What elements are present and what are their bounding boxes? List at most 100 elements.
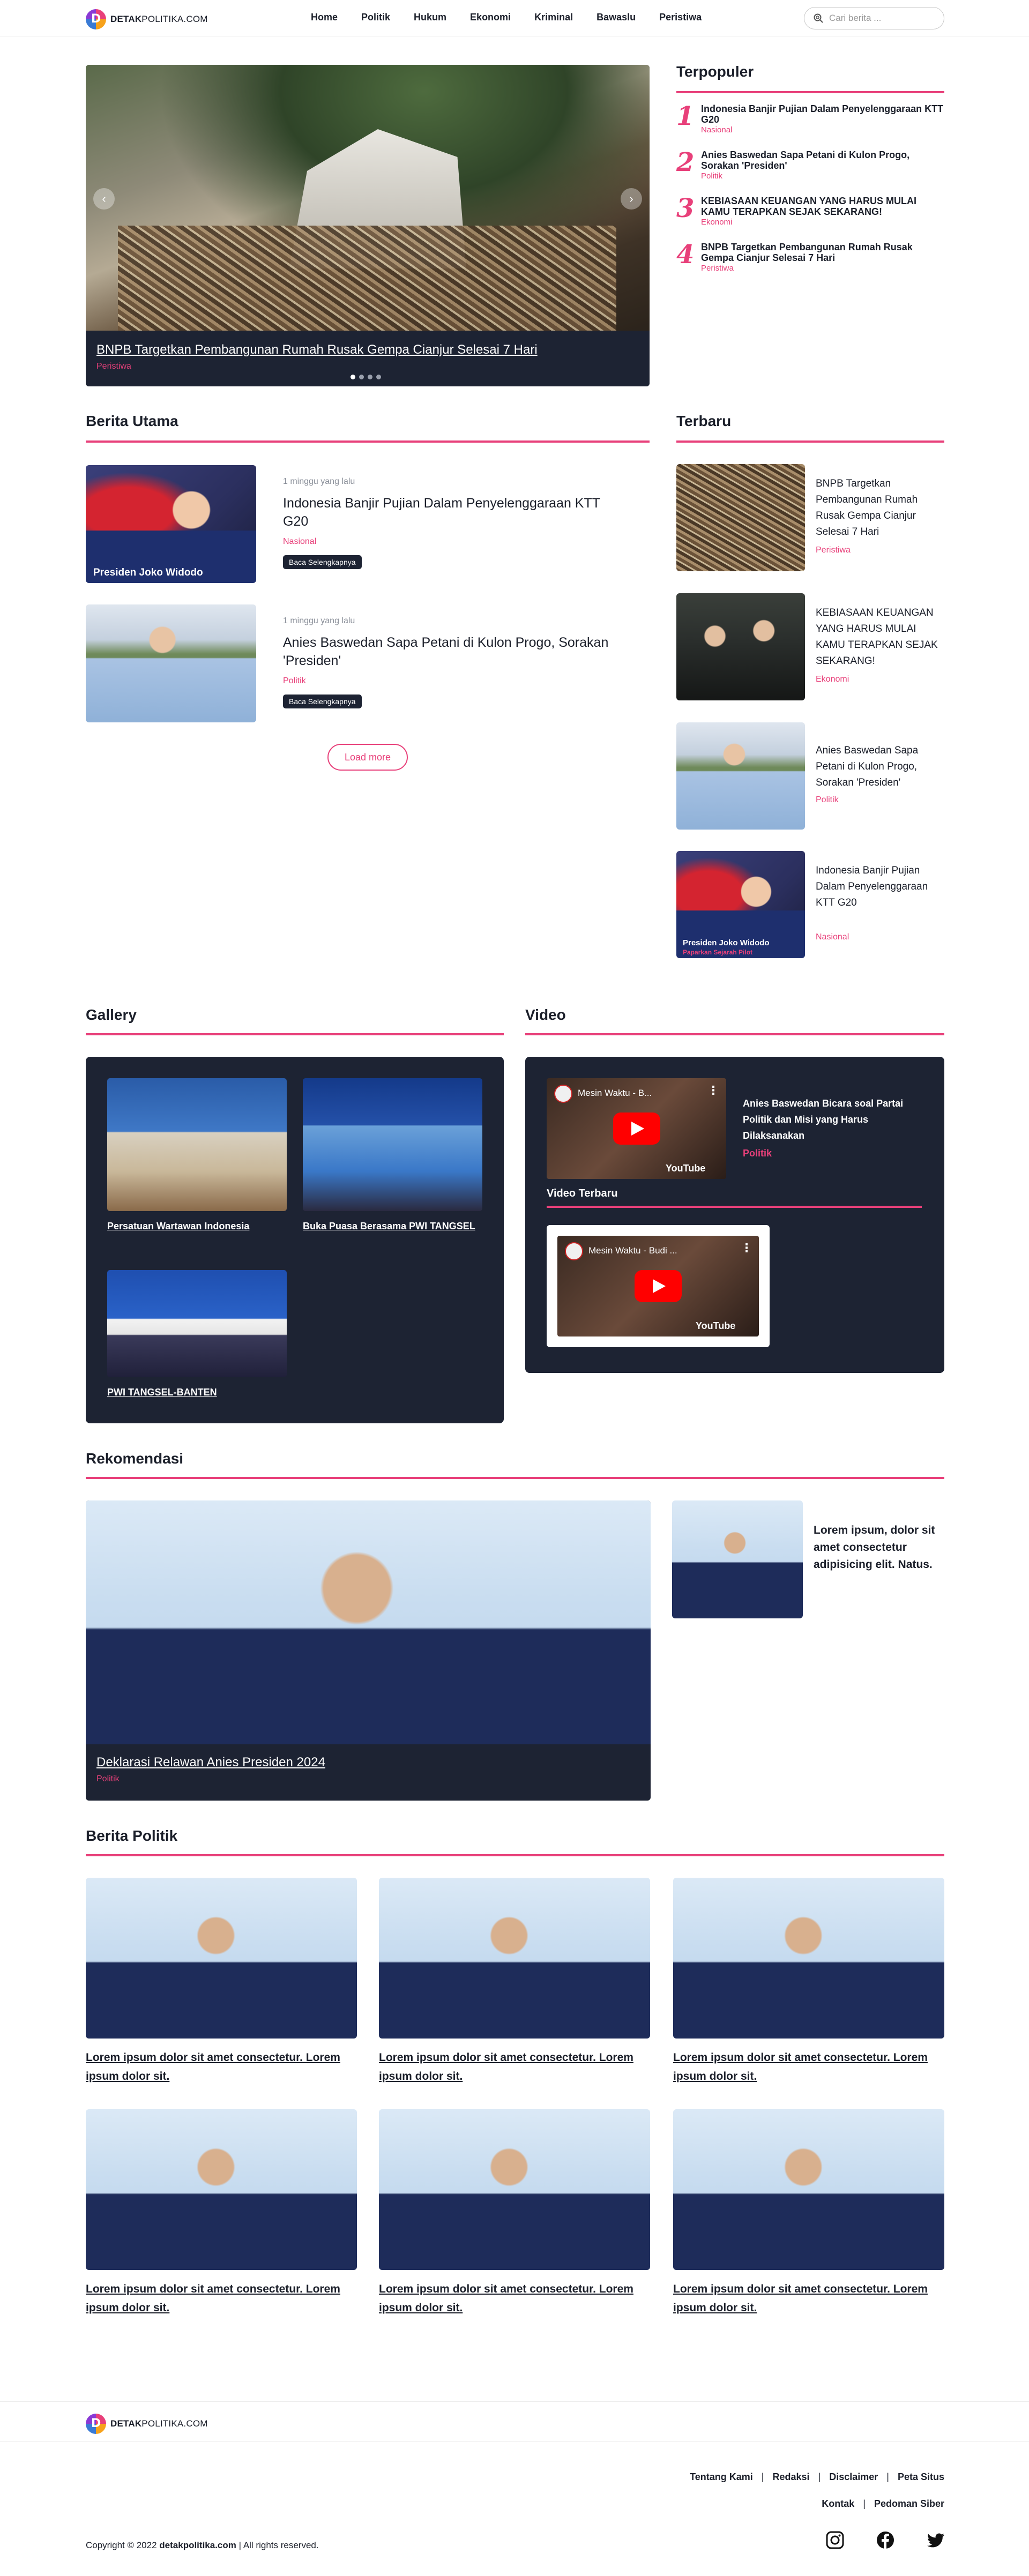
popular-rank: 3 — [676, 193, 695, 223]
nav-bawaslu[interactable]: Bawaslu — [596, 12, 636, 23]
politics-image[interactable] — [673, 1878, 944, 2039]
more-options-icon[interactable]: ⋮ — [741, 1241, 752, 1255]
news-thumbnail[interactable]: Presiden Joko Widodo — [86, 465, 256, 583]
hero-category[interactable]: Peristiwa — [96, 362, 639, 371]
latest-thumbnail[interactable] — [676, 593, 805, 700]
footer-link-redaksi[interactable]: Redaksi — [772, 2472, 809, 2483]
footer-link-kontak[interactable]: Kontak — [822, 2498, 854, 2510]
copyright-site-link[interactable]: detakpolitika.com — [159, 2540, 236, 2550]
popular-title[interactable]: KEBIASAAN KEUANGAN YANG HARUS MULAI KAMU… — [701, 196, 944, 217]
youtube-play-icon[interactable] — [635, 1270, 682, 1302]
featured-video-player[interactable]: Mesin Waktu - B... ⋮ YouTube — [547, 1078, 726, 1179]
latest-title[interactable]: Anies Baswedan Sapa Petani di Kulon Prog… — [816, 743, 944, 791]
popular-item[interactable]: 1 Indonesia Banjir Pujian Dalam Penyelen… — [676, 103, 944, 135]
gallery-caption[interactable]: Buka Puasa Berasama PWI TANGSEL — [303, 1219, 485, 1234]
read-more-button[interactable]: Baca Selengkapnya — [283, 695, 362, 708]
politics-card: Lorem ipsum dolor sit amet consectetur. … — [379, 1878, 650, 2086]
more-options-icon[interactable]: ⋮ — [707, 1084, 719, 1097]
slider-dot[interactable] — [351, 375, 355, 379]
site-logo[interactable]: DETAKPOLITIKA.COM — [86, 9, 208, 29]
politics-title[interactable]: Lorem ipsum dolor sit amet consectetur. … — [379, 2048, 650, 2086]
latest-thumbnail[interactable] — [676, 464, 805, 571]
latest-thumbnail[interactable] — [676, 722, 805, 830]
search-input[interactable] — [829, 13, 936, 24]
politics-image[interactable] — [86, 1878, 357, 2039]
latest-title[interactable]: KEBIASAAN KEUANGAN YANG HARUS MULAI KAMU… — [816, 605, 944, 669]
slider-prev-icon[interactable]: ‹ — [93, 188, 115, 210]
latest-category[interactable]: Nasional — [816, 932, 849, 942]
latest-title[interactable]: BNPB Targetkan Pembangunan Rumah Rusak G… — [816, 476, 944, 540]
popular-category[interactable]: Peristiwa — [701, 264, 944, 273]
nav-home[interactable]: Home — [311, 12, 338, 23]
politics-card: Lorem ipsum dolor sit amet consectetur. … — [379, 2109, 650, 2317]
popular-item[interactable]: 2 Anies Baswedan Sapa Petani di Kulon Pr… — [676, 150, 944, 181]
nav-kriminal[interactable]: Kriminal — [534, 12, 573, 23]
footer-link-peta-situs[interactable]: Peta Situs — [898, 2472, 944, 2483]
featured-video-title[interactable]: Anies Baswedan Bicara soal Partai Politi… — [743, 1095, 920, 1144]
youtube-play-icon[interactable] — [613, 1112, 660, 1145]
popular-category[interactable]: Nasional — [701, 125, 944, 135]
slider-next-icon[interactable]: › — [621, 188, 642, 210]
berita-utama-underline — [86, 440, 650, 443]
gallery-image[interactable] — [303, 1078, 482, 1211]
popular-item[interactable]: 3 KEBIASAAN KEUANGAN YANG HARUS MULAI KA… — [676, 196, 944, 227]
popular-title[interactable]: Anies Baswedan Sapa Petani di Kulon Prog… — [701, 150, 944, 171]
latest-title[interactable]: Indonesia Banjir Pujian Dalam Penyelengg… — [816, 863, 944, 911]
gallery-caption[interactable]: PWI TANGSEL-BANTEN — [107, 1385, 289, 1400]
recommendation-category[interactable]: Politik — [96, 1774, 325, 1784]
recommendation-title[interactable]: Deklarasi Relawan Anies Presiden 2024 — [96, 1755, 325, 1770]
politics-title[interactable]: Lorem ipsum dolor sit amet consectetur. … — [673, 2280, 944, 2317]
politics-title[interactable]: Lorem ipsum dolor sit amet consectetur. … — [379, 2280, 650, 2317]
slider-dot[interactable] — [359, 375, 364, 379]
news-category[interactable]: Politik — [283, 676, 306, 686]
gallery-image[interactable] — [107, 1078, 287, 1211]
latest-category[interactable]: Politik — [816, 795, 839, 805]
slider-dot[interactable] — [368, 375, 372, 379]
nav-ekonomi[interactable]: Ekonomi — [470, 12, 511, 23]
hero-title[interactable]: BNPB Targetkan Pembangunan Rumah Rusak G… — [96, 342, 639, 357]
nav-hukum[interactable]: Hukum — [414, 12, 446, 23]
politics-image[interactable] — [379, 2109, 650, 2270]
popular-category[interactable]: Ekonomi — [701, 218, 944, 227]
popular-title[interactable]: BNPB Targetkan Pembangunan Rumah Rusak G… — [701, 242, 944, 263]
politics-image[interactable] — [86, 2109, 357, 2270]
footer-link-tentang-kami[interactable]: Tentang Kami — [690, 2472, 753, 2483]
news-title[interactable]: Anies Baswedan Sapa Petani di Kulon Prog… — [283, 633, 626, 670]
recommendation-main-card[interactable]: Deklarasi Relawan Anies Presiden 2024 Po… — [86, 1500, 651, 1801]
popular-category[interactable]: Politik — [701, 171, 944, 181]
footer-link-disclaimer[interactable]: Disclaimer — [829, 2472, 878, 2483]
latest-category[interactable]: Peristiwa — [816, 546, 851, 555]
nav-politik[interactable]: Politik — [361, 12, 390, 23]
gallery-image[interactable] — [107, 1270, 287, 1377]
load-more-button[interactable]: Load more — [327, 744, 408, 771]
politics-image[interactable] — [379, 1878, 650, 2039]
logo-text-thin: POLITIKA.COM — [141, 2418, 208, 2429]
read-more-button[interactable]: Baca Selengkapnya — [283, 555, 362, 569]
featured-video-category[interactable]: Politik — [743, 1148, 772, 1159]
footer-link-pedoman-siber[interactable]: Pedoman Siber — [874, 2498, 944, 2510]
nav-peristiwa[interactable]: Peristiwa — [659, 12, 702, 23]
hero-slider[interactable]: ‹ › BNPB Targetkan Pembangunan Rumah Rus… — [86, 65, 650, 386]
latest-thumbnail[interactable]: Presiden Joko Widodo Paparkan Sejarah Pi… — [676, 851, 805, 958]
facebook-icon[interactable] — [876, 2530, 895, 2550]
politics-image[interactable] — [673, 2109, 944, 2270]
politics-title[interactable]: Lorem ipsum dolor sit amet consectetur. … — [673, 2048, 944, 2086]
popular-rank: 2 — [676, 147, 695, 177]
recommendation-side-image[interactable] — [672, 1500, 803, 1618]
hero-image — [86, 65, 650, 331]
twitter-icon[interactable] — [926, 2530, 945, 2550]
politics-title[interactable]: Lorem ipsum dolor sit amet consectetur. … — [86, 2280, 357, 2317]
news-title[interactable]: Indonesia Banjir Pujian Dalam Penyelengg… — [283, 494, 626, 531]
instagram-icon[interactable] — [825, 2530, 845, 2550]
popular-title[interactable]: Indonesia Banjir Pujian Dalam Penyelengg… — [701, 103, 944, 125]
news-category[interactable]: Nasional — [283, 537, 316, 547]
politics-title[interactable]: Lorem ipsum dolor sit amet consectetur. … — [86, 2048, 357, 2086]
latest-category[interactable]: Ekonomi — [816, 675, 849, 684]
news-thumbnail[interactable] — [86, 604, 256, 722]
slider-dot[interactable] — [376, 375, 381, 379]
gallery-caption[interactable]: Persatuan Wartawan Indonesia — [107, 1219, 289, 1234]
popular-item[interactable]: 4 BNPB Targetkan Pembangunan Rumah Rusak… — [676, 242, 944, 273]
recommendation-side-text[interactable]: Lorem ipsum, dolor sit amet consectetur … — [814, 1522, 948, 1573]
footer-logo[interactable]: DETAKPOLITIKA.COM — [86, 2414, 208, 2434]
latest-video-player[interactable]: Mesin Waktu - Budi ... ⋮ YouTube — [557, 1236, 759, 1336]
